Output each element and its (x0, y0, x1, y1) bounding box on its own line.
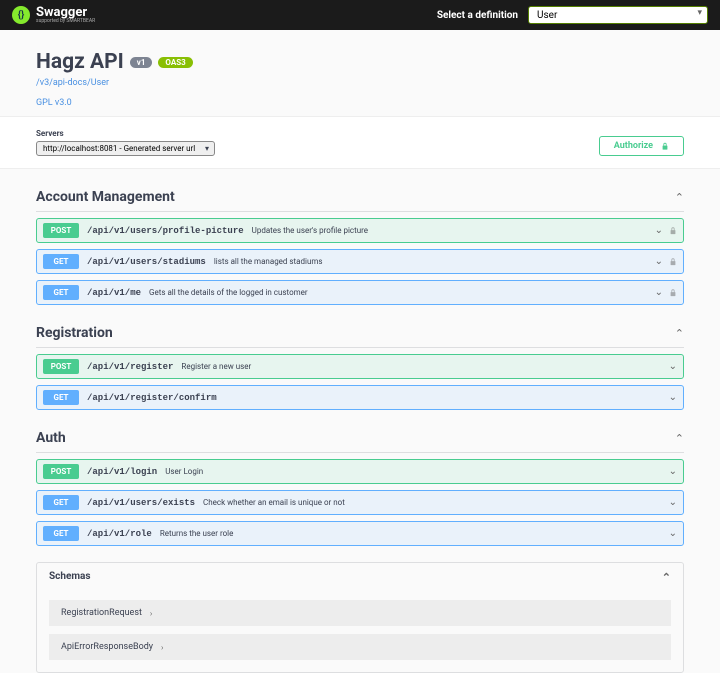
operation-path: /api/v1/users/stadiums (87, 257, 206, 267)
tag-section: Account Management ⌃ POST/api/v1/users/pro… (36, 183, 684, 305)
tag-name: Auth (36, 430, 66, 446)
chevron-down-icon: ⌄ (669, 361, 677, 372)
model-name: RegistrationRequest (61, 608, 142, 618)
api-info: Hagz API v1 OAS3 /v3/api-docs/User GPL v… (36, 30, 684, 116)
swagger-icon: {} (12, 6, 30, 24)
license-link[interactable]: GPL v3.0 (36, 98, 684, 108)
operation-path: /api/v1/users/profile-picture (87, 226, 244, 236)
authorize-label: Authorize (614, 141, 653, 151)
definition-label: Select a definition (437, 10, 518, 21)
chevron-up-icon: ⌃ (675, 327, 684, 340)
operation-row[interactable]: GET/api/v1/register/confirm ⌄ (36, 385, 684, 410)
method-badge: POST (43, 464, 79, 479)
chevron-up-icon: ⌃ (662, 571, 671, 584)
brand-sub: supported by SMARTBEAR (36, 19, 95, 24)
method-badge: GET (43, 390, 79, 405)
operation-summary: Register a new user (181, 362, 251, 371)
operation-row[interactable]: GET/api/v1/role Returns the user role ⌄ (36, 521, 684, 546)
tag-section: Registration ⌃ POST/api/v1/register Registe… (36, 319, 684, 410)
chevron-right-icon: › (150, 609, 152, 618)
chevron-down-icon: ⌄ (669, 392, 677, 403)
lock-icon (669, 257, 677, 266)
schema-model[interactable]: RegistrationRequest › (49, 600, 671, 626)
authorize-button[interactable]: Authorize (599, 136, 684, 156)
servers-panel: Servers http://localhost:8081 - Generate… (0, 116, 720, 169)
lock-icon (669, 288, 677, 297)
lock-icon (669, 226, 677, 235)
operation-path: /api/v1/users/exists (87, 498, 195, 508)
method-badge: GET (43, 285, 79, 300)
version-badge: v1 (130, 57, 153, 68)
operation-summary: Check whether an email is unique or not (203, 498, 345, 507)
method-badge: GET (43, 526, 79, 541)
chevron-down-icon: ⌄ (669, 466, 677, 477)
definition-selector: Select a definition User (437, 6, 708, 24)
tag-name: Registration (36, 325, 113, 341)
chevron-down-icon: ⌄ (669, 528, 677, 539)
schemas-title: Schemas (49, 571, 91, 584)
tag-name: Account Management (36, 189, 175, 205)
chevron-right-icon: › (161, 643, 163, 652)
operation-row[interactable]: POST/api/v1/login User Login ⌄ (36, 459, 684, 484)
operation-summary: Gets all the details of the logged in cu… (149, 288, 308, 297)
chevron-up-icon: ⌃ (675, 191, 684, 204)
operation-path: /api/v1/login (87, 467, 157, 477)
operation-path: /api/v1/register (87, 362, 173, 372)
operation-path: /api/v1/role (87, 529, 152, 539)
operation-summary: User Login (165, 467, 203, 476)
lock-icon (661, 142, 669, 150)
chevron-down-icon: ⌄ (655, 256, 663, 267)
servers-label: Servers (36, 129, 215, 138)
operation-summary: lists all the managed stadiums (214, 257, 323, 266)
docs-link[interactable]: /v3/api-docs/User (36, 78, 684, 88)
server-select[interactable]: http://localhost:8081 - Generated server… (36, 141, 215, 156)
operation-row[interactable]: POST/api/v1/users/profile-picture Updates… (36, 218, 684, 243)
operation-path: /api/v1/register/confirm (87, 393, 217, 403)
definition-select[interactable]: User (528, 6, 708, 24)
oas-badge: OAS3 (158, 57, 192, 68)
tag-header[interactable]: Auth ⌃ (36, 424, 684, 453)
tag-header[interactable]: Account Management ⌃ (36, 183, 684, 212)
schema-model[interactable]: ApiErrorResponseBody › (49, 634, 671, 660)
method-badge: POST (43, 223, 79, 238)
tag-section: Auth⌃POST/api/v1/loginUser Login⌄GET/api… (36, 424, 684, 546)
schemas-section: Schemas ⌃ RegistrationRequest›ApiErrorRe… (36, 562, 684, 673)
chevron-down-icon: ⌄ (655, 287, 663, 298)
operation-summary: Returns the user role (160, 529, 234, 538)
method-badge: POST (43, 359, 79, 374)
chevron-down-icon: ⌄ (655, 225, 663, 236)
operation-summary: Updates the user's profile picture (252, 226, 368, 235)
tag-header[interactable]: Registration ⌃ (36, 319, 684, 348)
operation-row[interactable]: GET/api/v1/me Gets all the details of the… (36, 280, 684, 305)
schemas-header[interactable]: Schemas ⌃ (37, 563, 683, 592)
operation-row[interactable]: GET/api/v1/users/exists Check whether an … (36, 490, 684, 515)
chevron-down-icon: ⌄ (669, 497, 677, 508)
operation-row[interactable]: POST/api/v1/register Register a new user ⌄ (36, 354, 684, 379)
api-title: Hagz API (36, 50, 124, 74)
operation-row[interactable]: GET/api/v1/users/stadiums lists all the m… (36, 249, 684, 274)
operation-path: /api/v1/me (87, 288, 141, 298)
method-badge: GET (43, 495, 79, 510)
topbar: {} Swagger supported by SMARTBEAR Select… (0, 0, 720, 30)
model-name: ApiErrorResponseBody (61, 642, 153, 652)
brand: {} Swagger supported by SMARTBEAR (12, 6, 95, 24)
method-badge: GET (43, 254, 79, 269)
chevron-up-icon: ⌃ (675, 432, 684, 445)
